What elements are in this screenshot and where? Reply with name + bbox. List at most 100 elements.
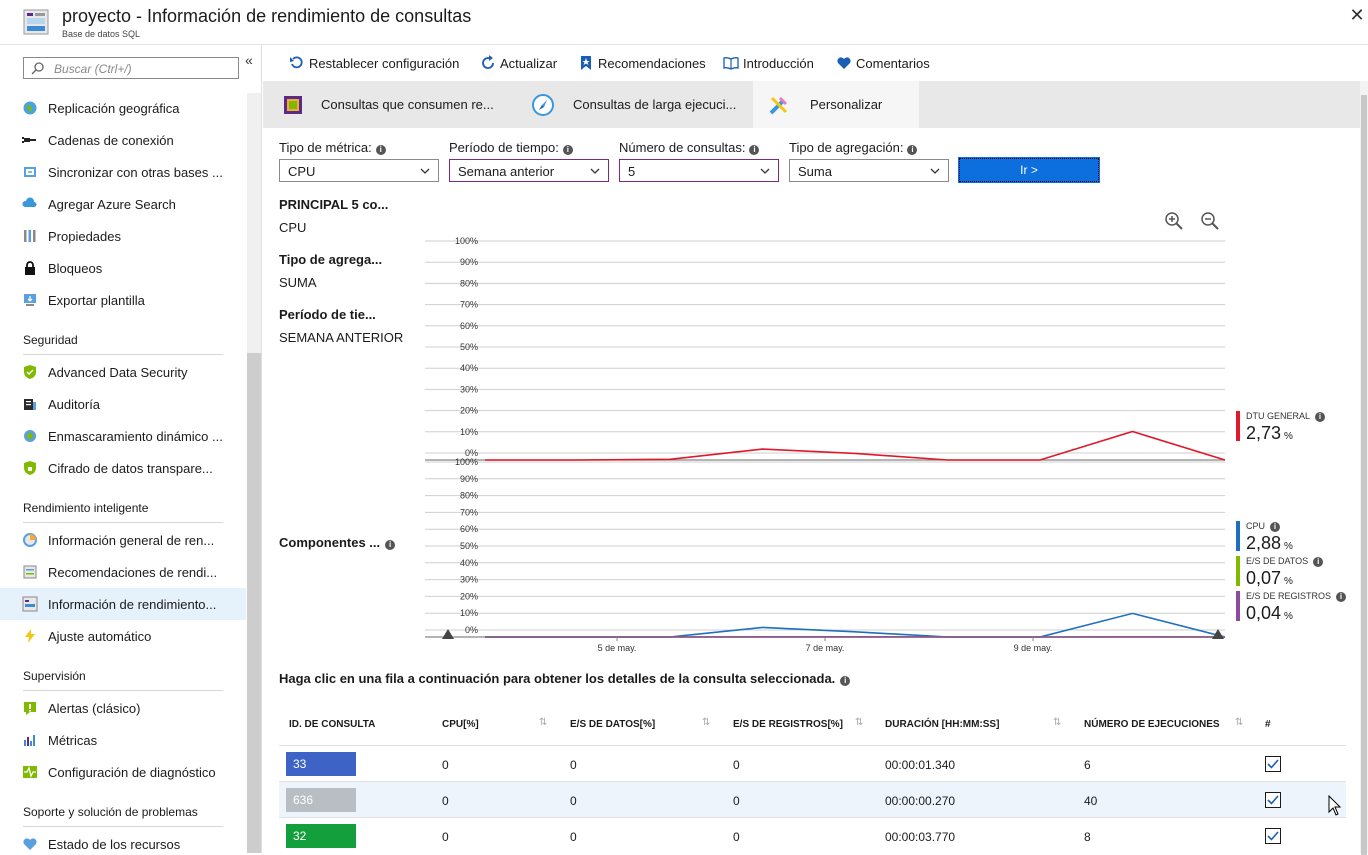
sort-icon[interactable]: ⇅ [702,717,710,728]
refresh-button[interactable]: Actualizar [480,55,557,73]
sidebar-item-metrics[interactable]: Métricas [0,724,246,756]
tab-bar: Consultas que consumen re... Consultas d… [263,81,1361,128]
metric-type-dropdown[interactable]: CPU [279,159,439,182]
y-tick-label: 90% [460,474,478,484]
sidebar-item-advanced-data-security[interactable]: Advanced Data Security [0,356,246,388]
column-header-duration[interactable]: DURACIÓN [HH:MM:SS] [885,719,999,730]
sidebar-item-sync[interactable]: Sincronizar con otras bases ... [0,156,246,188]
sidebar-item-alerts-classic[interactable]: Alertas (clásico) [0,692,246,724]
aggregation-type-dropdown[interactable]: Suma [789,159,949,182]
recommendations-button[interactable]: Recomendaciones [578,55,706,73]
sidebar-item-connection-strings[interactable]: Cadenas de conexión [0,124,246,156]
main-content: Restablecer configuración Actualizar Rec… [263,45,1368,853]
reset-settings-button[interactable]: Restablecer configuración [289,55,459,73]
query-count-dropdown[interactable]: 5 [619,159,779,182]
column-header-select[interactable]: # [1265,719,1271,730]
sidebar-item-tde[interactable]: Cifrado de datos transpare... [0,452,246,484]
toolbar: Restablecer configuración Actualizar Rec… [263,45,1368,81]
info-icon[interactable]: i [749,145,759,155]
sidebar-item-label: Advanced Data Security [48,365,187,380]
main-scroll-thumb[interactable] [1361,95,1367,855]
table-row[interactable]: 33 0 0 0 00:00:01.340 6 [279,745,1346,781]
info-icon[interactable]: i [840,676,850,686]
sidebar-item-properties[interactable]: Propiedades [0,220,246,252]
sort-icon[interactable]: ⇅ [1053,717,1061,728]
info-icon[interactable]: i [1270,522,1280,532]
info-icon[interactable]: i [1313,557,1323,567]
metrics-icon [22,732,38,748]
column-header-executions[interactable]: NÚMERO DE EJECUCIONES [1084,719,1220,730]
alert-icon [22,700,38,716]
y-tick-label: 40% [460,558,478,568]
window-title: proyecto - Información de rendimiento de… [62,6,471,27]
tab-label: Consultas de larga ejecuci... [573,97,736,112]
main-scrollbar[interactable] [1360,81,1368,853]
info-icon[interactable]: i [376,145,386,155]
chevron-down-icon [760,166,770,176]
checkmark-icon [1267,830,1279,842]
aggregation-summary-label: Tipo de agrega... [279,252,382,267]
sidebar-item-query-performance-insight[interactable]: Información de rendimiento... [0,588,246,620]
zoom-in-icon[interactable] [1164,211,1184,231]
sidebar-item-automatic-tuning[interactable]: Ajuste automático [0,620,246,652]
sidebar-item-locks[interactable]: Bloqueos [0,252,246,284]
shield-icon [22,364,38,380]
sidebar-item-audit[interactable]: Auditoría [0,388,246,420]
tab-resource-consuming-queries[interactable]: Consultas que consumen re... [263,81,511,128]
sidebar-scroll-thumb[interactable] [247,353,262,853]
info-icon[interactable]: i [1336,592,1346,602]
sidebar-item-performance-recommendations[interactable]: Recomendaciones de rendi... [0,556,246,588]
info-icon[interactable]: i [563,145,573,155]
reset-label: Restablecer configuración [309,56,459,71]
performance-chart[interactable]: 100%90%80%70%60%50%40%30%20%10%0%100%90%… [413,229,1313,659]
sort-icon[interactable]: ⇅ [539,717,547,728]
tools-icon [767,93,791,117]
tab-label: Personalizar [810,97,882,112]
tab-customize[interactable]: Personalizar [753,81,919,128]
sidebar-item-export-template[interactable]: Exportar plantilla [0,284,246,316]
undo-icon [289,55,305,71]
collapse-sidebar-icon[interactable]: « [245,52,253,68]
overview-icon [22,532,38,548]
table-row[interactable]: 32 0 0 0 00:00:03.770 8 [279,817,1346,853]
go-button[interactable]: Ir > [959,158,1099,182]
sidebar-item-performance-overview[interactable]: Información general de ren... [0,524,246,556]
sort-icon[interactable]: ⇅ [855,717,863,728]
legend-value: 2,88% [1246,533,1293,554]
period-summary-value: SEMANA ANTERIOR [279,330,403,345]
aggregation-type-label: Tipo de agregación:i [789,140,917,155]
mask-icon [22,428,38,444]
y-tick-label: 100% [455,236,478,246]
search-placeholder: Buscar (Ctrl+/) [54,62,132,76]
column-header-log-io[interactable]: E/S DE REGISTROS[%] [733,719,843,730]
column-header-cpu[interactable]: CPU[%] [442,719,479,730]
row-checkbox[interactable] [1265,828,1281,844]
info-icon[interactable]: i [1315,412,1325,422]
chevron-down-icon [590,166,600,176]
sidebar-scrollbar[interactable] [247,93,262,853]
row-checkbox[interactable] [1265,792,1281,808]
sidebar-item-resource-health[interactable]: Estado de los recursos [0,828,246,853]
close-icon[interactable]: ✕ [1346,4,1368,26]
sort-icon[interactable]: ⇅ [1235,717,1243,728]
zoom-out-icon[interactable] [1200,211,1220,231]
info-icon[interactable]: i [907,145,917,155]
column-header-data-io[interactable]: E/S DE DATOS[%] [570,719,655,730]
sidebar-item-azure-search[interactable]: Agregar Azure Search [0,188,246,220]
row-checkbox[interactable] [1265,756,1281,772]
section-heading-monitoring: Supervisión [23,669,86,683]
table-row[interactable]: 636 0 0 0 00:00:00.270 40 [279,781,1346,817]
sidebar-item-diagnostic-settings[interactable]: Configuración de diagnóstico [0,756,246,788]
introduction-button[interactable]: Introducción [723,55,814,73]
info-icon[interactable]: i [385,540,395,550]
tab-long-running-queries[interactable]: Consultas de larga ejecuci... [511,81,753,128]
search-input[interactable]: Buscar (Ctrl+/) [23,57,239,79]
time-period-dropdown[interactable]: Semana anterior [449,159,609,182]
components-label: Componentes ...i [279,535,395,550]
sidebar-item-dynamic-masking[interactable]: Enmascaramiento dinámico ... [0,420,246,452]
feedback-button[interactable]: Comentarios [836,55,930,73]
sidebar-item-geo-replication[interactable]: Replicación geográfica [0,92,246,124]
sidebar-item-label: Bloqueos [48,261,102,276]
column-header-query-id[interactable]: ID. DE CONSULTA [289,719,375,730]
refresh-icon [480,55,496,71]
